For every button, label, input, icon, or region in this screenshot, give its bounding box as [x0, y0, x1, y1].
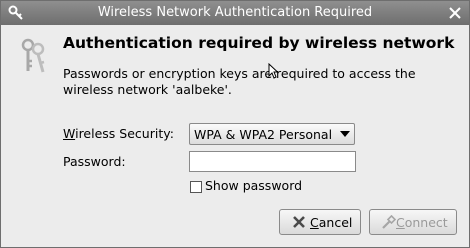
- show-password-label[interactable]: Show password: [205, 178, 302, 193]
- dialog-message: Passwords or encryption keys are require…: [63, 66, 416, 97]
- title-bar[interactable]: Wireless Network Authentication Required: [1, 1, 469, 25]
- password-label: Password:: [63, 154, 126, 169]
- cancel-label-rest: ancel: [318, 215, 353, 230]
- wireless-keys-icon: [21, 38, 45, 73]
- security-selected-value: WPA & WPA2 Personal: [194, 127, 333, 142]
- cancel-icon: [293, 216, 305, 228]
- security-label-rest: ireless Security:: [75, 126, 174, 141]
- wireless-security-dropdown[interactable]: WPA & WPA2 Personal: [189, 123, 355, 145]
- dropdown-arrow-icon: [340, 131, 350, 137]
- wireless-security-label: Wireless Security:: [63, 126, 174, 141]
- security-label-mnemonic: W: [63, 126, 76, 141]
- connect-icon: [382, 215, 396, 229]
- connect-mnemonic: C: [396, 215, 405, 230]
- dialog-heading: Authentication required by wireless netw…: [63, 34, 455, 52]
- window-title: Wireless Network Authentication Required: [97, 5, 373, 20]
- mouse-pointer-icon: [268, 63, 278, 79]
- close-icon[interactable]: [448, 6, 462, 20]
- cancel-button[interactable]: Cancel: [279, 209, 361, 235]
- connect-label-rest: onnect: [404, 215, 448, 230]
- connect-button[interactable]: Connect: [369, 209, 457, 235]
- auth-dialog-window: Wireless Network Authentication Required…: [0, 0, 470, 248]
- cancel-mnemonic: C: [310, 215, 319, 230]
- password-input[interactable]: [189, 151, 356, 172]
- show-password-checkbox[interactable]: [190, 181, 202, 193]
